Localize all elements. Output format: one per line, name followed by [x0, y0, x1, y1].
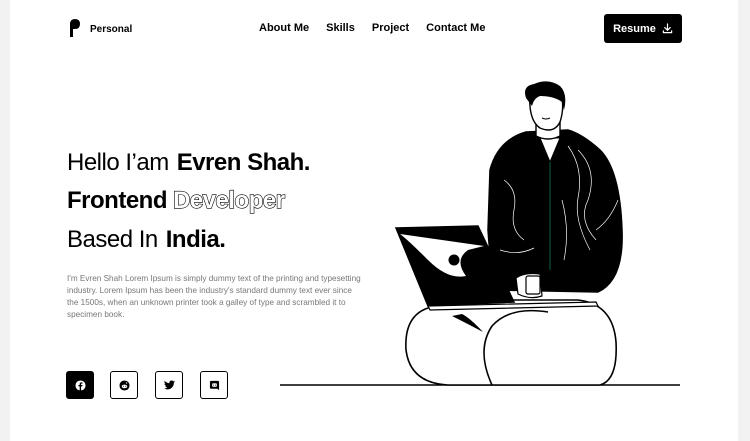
hero-role-outline: Developer — [172, 186, 285, 214]
twitter-button[interactable] — [155, 371, 183, 399]
reddit-button[interactable] — [110, 371, 138, 399]
nav-contact-me[interactable]: Contact Me — [426, 22, 485, 34]
download-icon — [662, 23, 673, 34]
hero-location: India. — [165, 226, 226, 253]
nav-about-me[interactable]: About Me — [259, 22, 309, 34]
resume-button[interactable]: Resume — [604, 14, 682, 43]
brand-name: Personal — [90, 23, 133, 35]
hero-line-3: Based In India. — [67, 226, 226, 254]
facebook-icon — [74, 379, 86, 391]
logo-mark-icon — [70, 19, 80, 37]
discord-icon — [209, 380, 219, 390]
discord-button[interactable] — [200, 371, 228, 399]
resume-label: Resume — [613, 22, 656, 35]
developer-illustration — [280, 81, 680, 386]
hero-line-2: Frontend Developer — [67, 186, 286, 215]
hero-greeting: Hello I’am — [67, 149, 169, 176]
torso — [487, 129, 623, 293]
nav-skills[interactable]: Skills — [326, 22, 355, 34]
hero-line-1: Hello I’am Evren Shah. — [67, 149, 310, 177]
brand-logo[interactable]: Personal — [69, 18, 132, 38]
hero-role-prefix: Frontend — [67, 187, 167, 214]
legs — [405, 299, 617, 386]
twitter-icon — [163, 380, 175, 390]
hero-based-in: Based In — [67, 226, 158, 253]
nav-project[interactable]: Project — [372, 22, 409, 34]
page: Personal About Me Skills Project Contact… — [10, 0, 738, 441]
main-nav: About Me Skills Project Contact Me — [259, 22, 502, 34]
facebook-button[interactable] — [66, 371, 94, 399]
reddit-icon — [118, 379, 130, 391]
